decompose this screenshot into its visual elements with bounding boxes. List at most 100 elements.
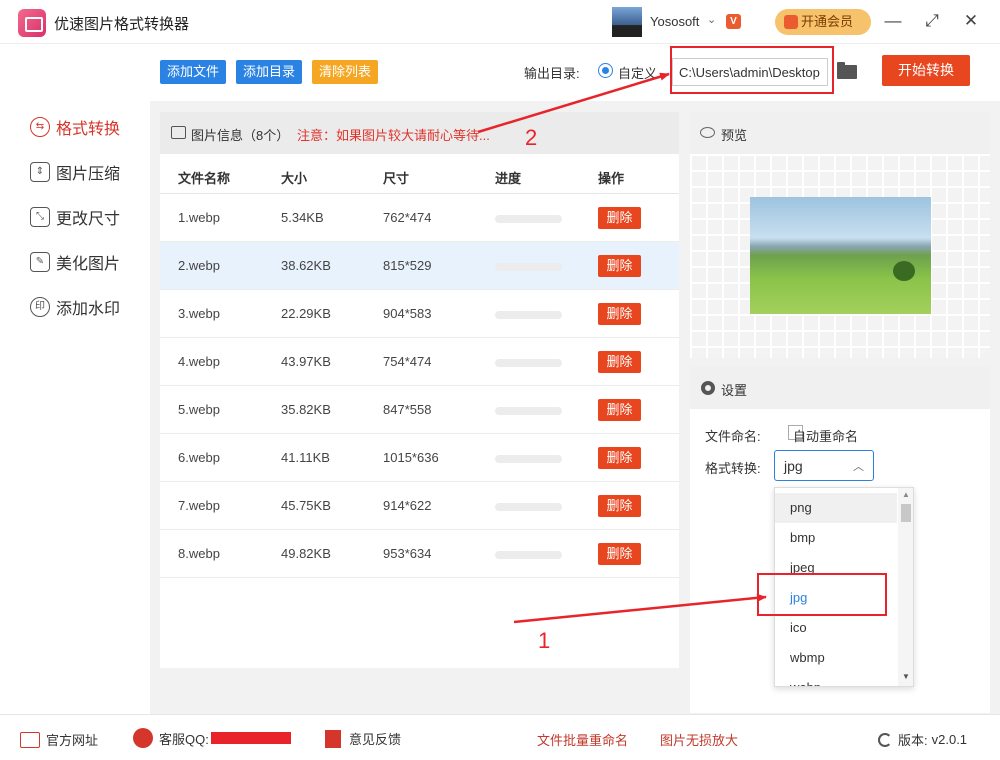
batch-rename-link[interactable]: 文件批量重命名 xyxy=(537,730,628,749)
delete-button[interactable]: 删除 xyxy=(598,447,641,469)
format-select[interactable]: jpg ︿ xyxy=(774,450,874,481)
annotation-box-output xyxy=(670,46,834,94)
feedback-icon xyxy=(325,729,341,748)
column-header-size: 大小 xyxy=(281,171,308,186)
annotation-box-jpg xyxy=(757,573,887,616)
clear-list-button[interactable]: 清除列表 xyxy=(312,60,379,84)
file-size: 5.34KB xyxy=(281,210,324,225)
file-dims: 762*474 xyxy=(383,210,432,225)
format-option-webp[interactable]: webp xyxy=(775,673,897,686)
annotation-number-2: 2 xyxy=(525,125,538,150)
column-header-dims: 尺寸 xyxy=(383,171,410,186)
progress-bar xyxy=(495,311,562,319)
format-option-ico[interactable]: ico xyxy=(775,613,897,643)
preview-title: 预览 xyxy=(721,128,748,143)
progress-bar xyxy=(495,359,562,367)
custom-radio-label[interactable]: 自定义 xyxy=(618,63,657,82)
table-row[interactable]: 7.webp 45.75KB 914*622 删除 xyxy=(160,482,679,530)
sidebar-item-format-convert[interactable]: ⇆ 格式转换 xyxy=(30,115,120,139)
user-name[interactable]: Yososoft xyxy=(650,14,699,29)
sidebar-item-watermark[interactable]: 印 添加水印 xyxy=(30,295,120,319)
delete-button[interactable]: 删除 xyxy=(598,495,641,517)
close-icon[interactable]: ✕ xyxy=(960,10,982,32)
sidebar-item-label: 图片压缩 xyxy=(56,166,121,183)
file-dims: 953*634 xyxy=(383,546,432,561)
delete-button[interactable]: 删除 xyxy=(598,399,641,421)
website-icon xyxy=(20,731,40,748)
scroll-down-icon[interactable]: ▼ xyxy=(902,672,910,681)
minimize-icon[interactable]: — xyxy=(882,10,904,32)
progress-bar xyxy=(495,503,562,511)
refresh-icon[interactable] xyxy=(878,732,892,747)
user-avatar[interactable] xyxy=(612,7,642,37)
format-label: 格式转换: xyxy=(705,461,761,476)
auto-rename-label[interactable]: 自动重命名 xyxy=(793,426,858,445)
progress-bar xyxy=(495,455,562,463)
format-option-bmp[interactable]: bmp xyxy=(775,523,897,553)
sidebar-item-resize[interactable]: ⤡ 更改尺寸 xyxy=(30,205,120,229)
lossless-enlarge-link[interactable]: 图片无损放大 xyxy=(660,730,738,749)
column-header-progress: 进度 xyxy=(495,171,522,186)
delete-button[interactable]: 删除 xyxy=(598,351,641,373)
table-row[interactable]: 3.webp 22.29KB 904*583 删除 xyxy=(160,290,679,338)
column-header-action: 操作 xyxy=(598,171,625,186)
feedback-link[interactable]: 意见反馈 xyxy=(325,729,401,748)
chevron-up-icon: ︿ xyxy=(853,461,864,473)
website-link[interactable]: 官方网址 xyxy=(20,730,98,749)
start-convert-button[interactable]: 开始转换 xyxy=(882,55,970,86)
file-list-info: 图片信息（8个） xyxy=(191,128,290,143)
delete-button[interactable]: 删除 xyxy=(598,255,641,277)
scroll-thumb[interactable] xyxy=(901,504,911,522)
chevron-down-icon[interactable]: ⌄ xyxy=(707,13,716,26)
version-label: 版本: xyxy=(898,733,928,748)
dropdown-scrollbar[interactable]: ▲ ▼ xyxy=(898,488,913,686)
vip-icon xyxy=(784,15,798,29)
tree-shape xyxy=(893,261,915,281)
table-row[interactable]: 4.webp 43.97KB 754*474 删除 xyxy=(160,338,679,386)
folder-icon[interactable] xyxy=(837,62,857,79)
vip-button-label: 开通会员 xyxy=(801,14,854,29)
qq-label: 客服QQ: xyxy=(159,731,209,747)
compress-icon: ⇕ xyxy=(30,162,50,182)
file-size: 45.75KB xyxy=(281,498,331,513)
custom-radio[interactable] xyxy=(598,63,613,78)
delete-button[interactable]: 删除 xyxy=(598,207,641,229)
sidebar: ⇆ 格式转换 ⇕ 图片压缩 ⤡ 更改尺寸 ✎ 美化图片 印 添加水印 xyxy=(0,44,150,714)
settings-title: 设置 xyxy=(721,383,748,398)
sidebar-item-beautify[interactable]: ✎ 美化图片 xyxy=(30,250,120,274)
qq-support[interactable]: 客服QQ: xyxy=(133,728,291,748)
file-list-notice: 注意：如果图片较大请耐心等待... xyxy=(297,128,490,143)
sidebar-item-compress[interactable]: ⇕ 图片压缩 xyxy=(30,160,120,184)
file-name: 3.webp xyxy=(178,306,220,321)
column-header-name: 文件名称 xyxy=(178,171,231,186)
file-size: 35.82KB xyxy=(281,402,331,417)
version-value: v2.0.1 xyxy=(931,732,968,747)
format-option-png[interactable]: png xyxy=(775,493,897,523)
file-size: 22.29KB xyxy=(281,306,331,321)
file-dims: 914*622 xyxy=(383,498,432,513)
sidebar-item-label: 更改尺寸 xyxy=(56,211,121,228)
add-directory-button[interactable]: 添加目录 xyxy=(236,60,303,84)
progress-bar xyxy=(495,551,562,559)
preview-image xyxy=(750,197,931,314)
scroll-up-icon[interactable]: ▲ xyxy=(902,490,910,499)
delete-button[interactable]: 删除 xyxy=(598,543,641,565)
app-logo-icon xyxy=(18,9,46,37)
format-option-wbmp[interactable]: wbmp xyxy=(775,643,897,673)
file-dims: 1015*636 xyxy=(383,450,439,465)
table-row[interactable]: 6.webp 41.11KB 1015*636 删除 xyxy=(160,434,679,482)
progress-bar xyxy=(495,407,562,415)
vip-button[interactable]: 开通会员 xyxy=(775,9,871,35)
file-dims: 904*583 xyxy=(383,306,432,321)
add-file-button[interactable]: 添加文件 xyxy=(160,60,227,84)
file-size: 43.97KB xyxy=(281,354,331,369)
sidebar-item-label: 格式转换 xyxy=(56,121,121,138)
delete-button[interactable]: 删除 xyxy=(598,303,641,325)
file-dims: 754*474 xyxy=(383,354,432,369)
file-name: 5.webp xyxy=(178,402,220,417)
table-row[interactable]: 8.webp 49.82KB 953*634 删除 xyxy=(160,530,679,578)
table-row[interactable]: 1.webp 5.34KB 762*474 删除 xyxy=(160,194,679,242)
maximize-icon[interactable]: ⤢ xyxy=(921,10,943,32)
table-row[interactable]: 5.webp 35.82KB 847*558 删除 xyxy=(160,386,679,434)
table-row[interactable]: 2.webp 38.62KB 815*529 删除 xyxy=(160,242,679,290)
